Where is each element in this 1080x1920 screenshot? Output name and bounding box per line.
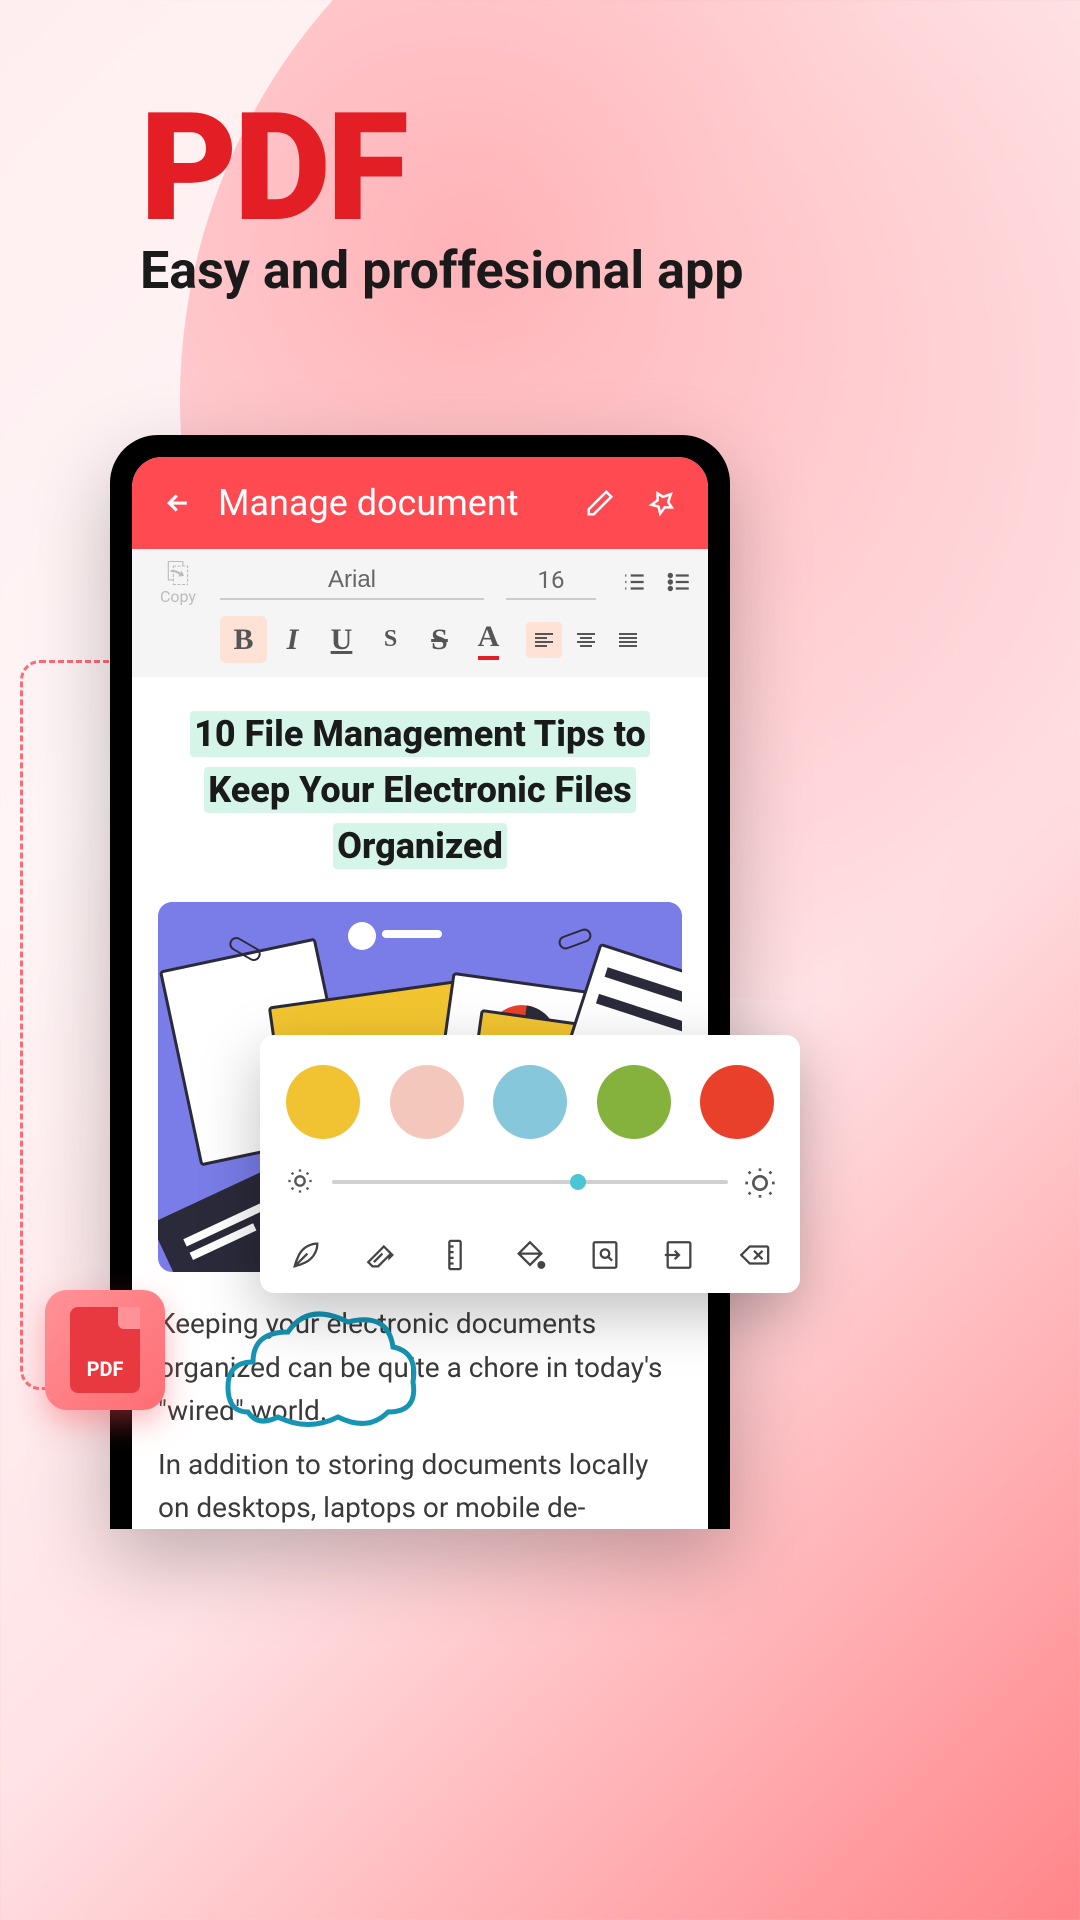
phone-screen: Manage document ⎘ Copy Arial 16 [132, 457, 708, 1529]
numbered-list-icon[interactable] [622, 569, 650, 597]
color-swatch-blue[interactable] [493, 1065, 567, 1139]
bold-button[interactable]: B [220, 616, 267, 663]
pdf-badge-label: PDF [87, 1357, 124, 1393]
search-document-icon[interactable] [585, 1235, 625, 1275]
color-swatch-yellow[interactable] [286, 1065, 360, 1139]
align-center-icon[interactable] [568, 622, 604, 658]
hero-title: PDF [140, 80, 405, 256]
italic-button[interactable]: I [269, 616, 316, 663]
ruler-icon[interactable] [435, 1235, 475, 1275]
feather-pen-icon[interactable] [286, 1235, 326, 1275]
header-title: Manage document [218, 482, 560, 524]
brightness-slider[interactable] [332, 1180, 728, 1184]
import-icon[interactable] [659, 1235, 699, 1275]
align-left-icon[interactable] [526, 622, 562, 658]
copy-icon: ⎘ [146, 559, 210, 587]
app-header: Manage document [132, 457, 708, 549]
font-color-button[interactable]: A [465, 616, 512, 663]
strikethrough-button[interactable]: S [416, 616, 463, 663]
back-arrow-icon[interactable] [156, 481, 200, 525]
document-paragraph-2: In addition to storing documents locally… [158, 1443, 682, 1530]
hero-subtitle: Easy and proffesional app [140, 240, 743, 301]
copy-label: Copy [146, 587, 210, 606]
color-swatch-orange[interactable] [700, 1065, 774, 1139]
align-justify-icon[interactable] [610, 622, 646, 658]
color-picker-panel [260, 1035, 800, 1293]
formatting-toolbar: ⎘ Copy Arial 16 B I U S S A [132, 549, 708, 677]
color-swatch-green[interactable] [597, 1065, 671, 1139]
pin-icon[interactable] [640, 481, 684, 525]
pdf-app-badge: PDF [45, 1290, 165, 1410]
font-size-selector[interactable]: 16 [506, 566, 596, 600]
underline-button[interactable]: U [318, 616, 365, 663]
copy-button[interactable]: ⎘ Copy [146, 559, 210, 606]
bullet-list-icon[interactable] [666, 569, 694, 597]
small-button[interactable]: S [367, 616, 414, 663]
eraser-icon[interactable] [361, 1235, 401, 1275]
backspace-icon[interactable] [734, 1235, 774, 1275]
fill-bucket-icon[interactable] [510, 1235, 550, 1275]
brightness-low-icon [286, 1167, 316, 1197]
brightness-high-icon [744, 1167, 774, 1197]
color-swatch-pink[interactable] [390, 1065, 464, 1139]
font-family-selector[interactable]: Arial [220, 566, 484, 600]
annotation-cloud-icon [218, 1292, 418, 1432]
phone-frame: Manage document ⎘ Copy Arial 16 [110, 435, 730, 1529]
document-title: 10 File Management Tips to Keep Your Ele… [158, 707, 682, 874]
edit-pencil-icon[interactable] [578, 481, 622, 525]
